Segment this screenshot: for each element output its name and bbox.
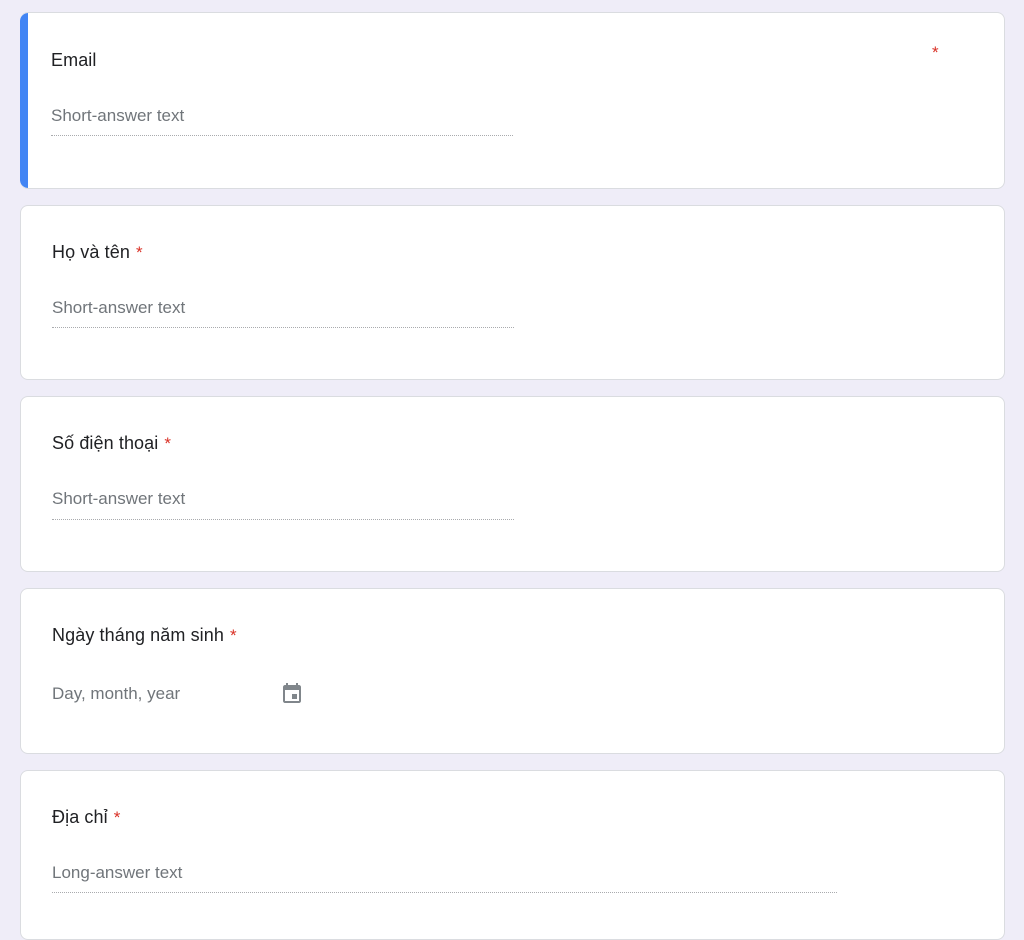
short-answer-input[interactable]: Short-answer text bbox=[52, 298, 185, 318]
answer-underline bbox=[52, 327, 514, 328]
answer-underline bbox=[52, 519, 514, 520]
answer-underline bbox=[52, 892, 837, 893]
question-title-text: Địa chỉ bbox=[52, 807, 108, 827]
calendar-icon[interactable] bbox=[280, 682, 304, 706]
question-title-text: Email bbox=[51, 50, 97, 70]
question-title: Ngày tháng năm sinh * bbox=[52, 625, 237, 646]
question-title: Số điện thoại * bbox=[52, 433, 171, 454]
question-card-phone-number[interactable]: Số điện thoại * Short-answer text bbox=[20, 396, 1005, 572]
question-card-full-name[interactable]: Họ và tên * Short-answer text bbox=[20, 205, 1005, 380]
question-title-text: Họ và tên bbox=[52, 242, 130, 262]
question-card-email[interactable]: Email * Short-answer text bbox=[20, 12, 1005, 189]
question-title: Họ và tên * bbox=[52, 242, 143, 263]
required-asterisk: * bbox=[164, 434, 172, 453]
answer-underline bbox=[51, 135, 513, 136]
short-answer-input[interactable]: Short-answer text bbox=[51, 106, 184, 126]
required-asterisk: * bbox=[113, 808, 121, 827]
active-question-indicator bbox=[20, 13, 28, 188]
question-title-text: Ngày tháng năm sinh bbox=[52, 625, 225, 645]
question-title-text: Số điện thoại bbox=[52, 433, 159, 453]
required-asterisk: * bbox=[135, 243, 143, 262]
question-title: Địa chỉ * bbox=[52, 807, 120, 828]
long-answer-input[interactable]: Long-answer text bbox=[52, 863, 182, 883]
required-asterisk: * bbox=[932, 43, 939, 62]
date-input[interactable]: Day, month, year bbox=[52, 684, 180, 704]
required-asterisk: * bbox=[230, 626, 237, 645]
question-title: Email bbox=[51, 50, 97, 71]
question-card-address[interactable]: Địa chỉ * Long-answer text bbox=[20, 770, 1005, 940]
short-answer-input[interactable]: Short-answer text bbox=[52, 489, 185, 509]
question-card-date-of-birth[interactable]: Ngày tháng năm sinh * Day, month, year bbox=[20, 588, 1005, 754]
